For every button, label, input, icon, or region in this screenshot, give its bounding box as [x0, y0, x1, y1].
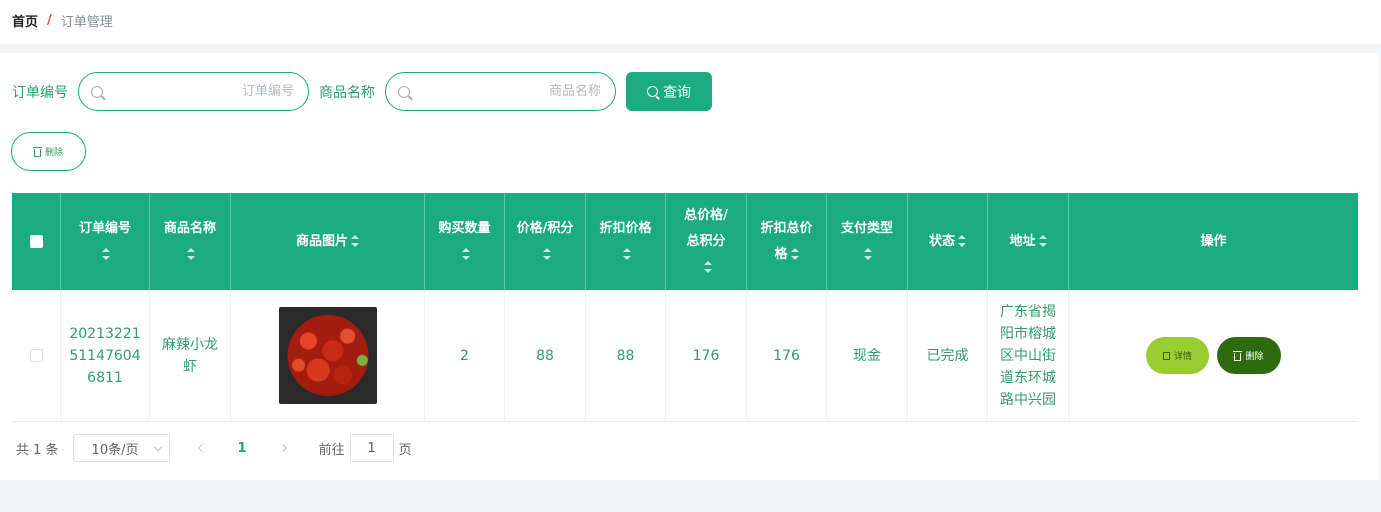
search-form: 订单编号 商品名称 查询: [12, 72, 712, 111]
pagination: 共 1 条 10条/页 1 前往 页: [16, 434, 412, 462]
query-button-label: 查询: [663, 84, 691, 101]
page-unit-label: 页: [398, 442, 412, 458]
chevron-right-icon: [278, 443, 287, 453]
table-row: 20213221511476046811 麻辣小龙虾 2 88 88 176 1…: [12, 290, 1358, 422]
row-checkbox[interactable]: [29, 349, 43, 362]
main-panel: 订单编号 商品名称 查询 删除 订单编号 商品名称 商品图片 购买数量 价格/积…: [0, 53, 1378, 480]
column-header-quantity[interactable]: 购买数量: [425, 193, 505, 290]
sort-icon[interactable]: [790, 248, 799, 260]
sort-icon[interactable]: [864, 248, 873, 260]
column-header-price[interactable]: 价格/积分: [505, 193, 586, 290]
product-image[interactable]: [278, 307, 377, 404]
search-icon: [398, 85, 410, 98]
column-header-discount-price[interactable]: 折扣价格: [586, 193, 666, 290]
row-delete-button[interactable]: 删除: [1217, 337, 1281, 374]
column-header-product-image[interactable]: 商品图片: [231, 193, 425, 290]
query-button[interactable]: 查询: [626, 72, 712, 111]
breadcrumb-home[interactable]: 首页: [12, 11, 38, 30]
cell-discount-total: 176: [747, 290, 827, 421]
cell-product-image: [231, 290, 425, 421]
goto-page-input[interactable]: [349, 434, 394, 462]
breadcrumb-separator: /: [47, 13, 52, 28]
column-header-address[interactable]: 地址: [988, 193, 1069, 290]
goto-label: 前往: [318, 442, 345, 458]
sort-icon[interactable]: [1038, 235, 1047, 247]
product-name-input[interactable]: [410, 84, 603, 99]
sort-icon[interactable]: [622, 248, 631, 260]
sort-icon[interactable]: [542, 248, 551, 260]
product-name-search-box[interactable]: [385, 72, 616, 111]
page-size-select[interactable]: 10条/页: [72, 434, 170, 462]
cell-actions: 详情 删除: [1069, 290, 1358, 421]
search-icon: [647, 86, 658, 97]
document-icon: [1162, 351, 1170, 360]
sort-icon[interactable]: [461, 248, 470, 260]
top-bar: 首页 / 订单管理: [0, 0, 1381, 44]
batch-delete-label: 删除: [44, 148, 63, 158]
cell-address: 广东省揭阳市榕城区中山街道东环城路中兴园: [988, 290, 1069, 421]
page-number-current[interactable]: 1: [238, 441, 247, 456]
cell-order-no: 20213221511476046811: [61, 290, 150, 421]
cell-pay-type: 现金: [827, 290, 908, 421]
total-header-text: 总价格/总积分: [678, 203, 734, 281]
cell-discount-price: 88: [586, 290, 666, 421]
column-header-total-price[interactable]: 总价格/总积分: [666, 193, 747, 290]
trash-icon: [32, 146, 42, 157]
cell-status: 已完成: [908, 290, 988, 421]
column-header-product-name[interactable]: 商品名称: [150, 193, 231, 290]
column-header-order-no[interactable]: 订单编号: [61, 193, 150, 290]
discount-total-header-text: 折扣总价格: [760, 220, 813, 262]
order-no-search-box[interactable]: [78, 72, 309, 111]
chevron-left-icon: [197, 443, 206, 453]
cell-total-price: 176: [666, 290, 747, 421]
chevron-down-icon: [153, 442, 162, 451]
orders-table: 订单编号 商品名称 商品图片 购买数量 价格/积分 折扣价格 总价格/总积分 折…: [12, 193, 1358, 422]
cell-quantity: 2: [425, 290, 505, 421]
table-header: 订单编号 商品名称 商品图片 购买数量 价格/积分 折扣价格 总价格/总积分 折…: [12, 193, 1358, 290]
pagination-total: 共 1 条: [16, 442, 59, 458]
column-header-pay-type[interactable]: 支付类型: [827, 193, 908, 290]
breadcrumb-current: 订单管理: [60, 15, 113, 30]
sort-icon[interactable]: [102, 248, 111, 260]
detail-button[interactable]: 详情: [1146, 337, 1209, 374]
column-header-discount-total[interactable]: 折扣总价格: [747, 193, 827, 290]
sort-icon[interactable]: [351, 235, 359, 247]
cell-price: 88: [505, 290, 586, 421]
next-page-button[interactable]: [277, 443, 289, 453]
order-no-input[interactable]: [103, 84, 296, 99]
select-all-checkbox[interactable]: [29, 235, 43, 248]
price-header-text: 价格/积分: [515, 216, 575, 268]
cell-product-name: 麻辣小龙虾: [150, 290, 231, 421]
breadcrumb: 首页 / 订单管理: [12, 11, 113, 30]
header-select-all-cell: [12, 193, 61, 290]
batch-delete-button[interactable]: 删除: [11, 132, 86, 171]
search-icon: [91, 85, 103, 98]
column-header-status[interactable]: 状态: [908, 193, 988, 290]
sort-icon[interactable]: [187, 248, 196, 260]
prev-page-button[interactable]: [196, 443, 208, 453]
column-header-actions: 操作: [1200, 233, 1227, 249]
product-name-label: 商品名称: [319, 84, 375, 101]
sort-icon[interactable]: [958, 235, 966, 247]
sort-icon[interactable]: [703, 261, 712, 273]
row-select-cell: [12, 290, 61, 421]
trash-icon: [1233, 350, 1243, 361]
order-no-label: 订单编号: [12, 84, 68, 101]
